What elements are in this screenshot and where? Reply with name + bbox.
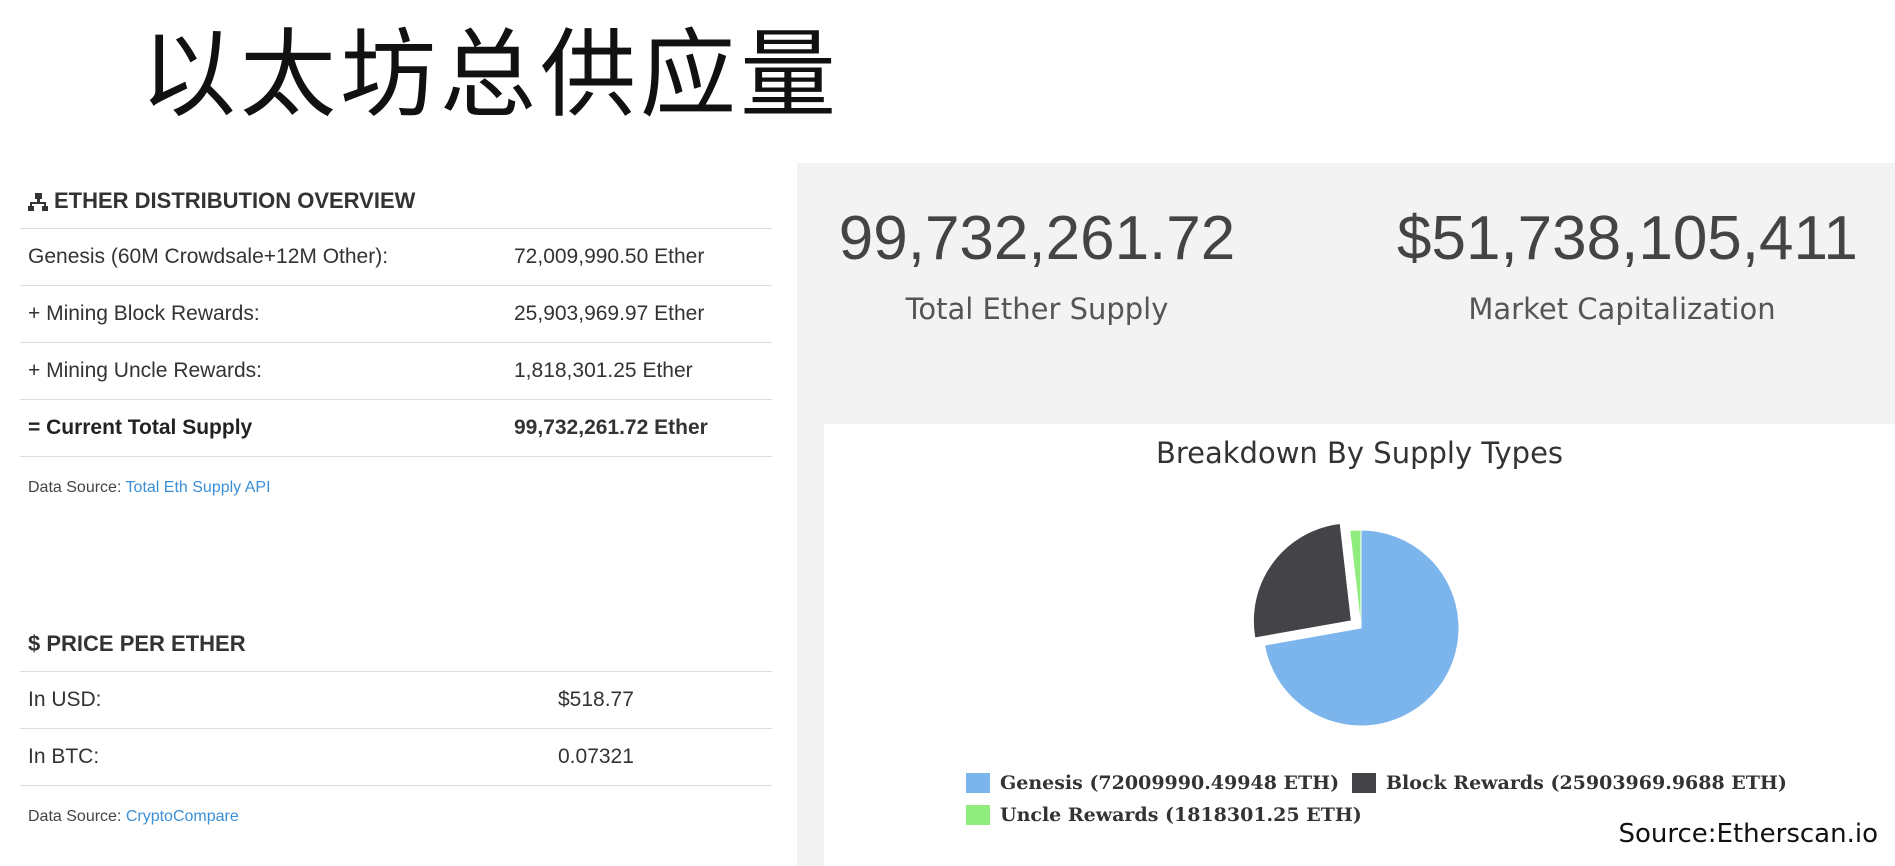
row-value: 99,732,261.72 Ether xyxy=(514,416,708,439)
legend-item-uncle-rewards[interactable]: Uncle Rewards (1818301.25 ETH) xyxy=(966,804,1362,826)
legend-item-genesis[interactable]: Genesis (72009990.49948 ETH) xyxy=(966,772,1339,794)
market-cap-stat: $51,738,105,411 Market Capitalization xyxy=(1397,203,1858,326)
total-row: = Current Total Supply 99,732,261.72 Eth… xyxy=(20,400,772,457)
row-label: + Mining Uncle Rewards: xyxy=(28,359,263,382)
distribution-heading-text: ETHER DISTRIBUTION OVERVIEW xyxy=(54,188,416,213)
row-label: = Current Total Supply xyxy=(28,416,253,439)
legend-label: Block Rewards (25903969.9688 ETH) xyxy=(1386,772,1787,794)
pie-slice-uncle-rewards[interactable] xyxy=(1349,529,1362,629)
legend-swatch xyxy=(966,773,990,793)
total-supply-value: 99,732,261.72 xyxy=(838,204,1236,273)
source-credit: Source:Etherscan.io xyxy=(1618,819,1879,849)
distribution-data-source: Data Source: Total Eth Supply API xyxy=(20,457,772,519)
legend-label: Uncle Rewards (1818301.25 ETH) xyxy=(1000,804,1362,826)
legend-item-block-rewards[interactable]: Block Rewards (25903969.9688 ETH) xyxy=(1352,772,1787,794)
slide-title: 以太坊总供应量 xyxy=(140,19,840,131)
total-supply-caption: Total Ether Supply xyxy=(905,292,1169,326)
sitemap-icon xyxy=(28,191,48,211)
row-label: Genesis (60M Crowdsale+12M Other): xyxy=(28,245,389,268)
table-row: + Mining Uncle Rewards: 1,818,301.25 Eth… xyxy=(20,343,772,400)
row-label: In BTC: xyxy=(28,745,100,768)
pie-chart xyxy=(1252,522,1460,727)
price-data-source: Data Source: CryptoCompare xyxy=(20,786,772,848)
data-source-prefix: Data Source: xyxy=(28,808,126,825)
row-label: In USD: xyxy=(28,688,102,711)
table-row: In BTC: 0.07321 xyxy=(20,729,772,786)
row-value: 72,009,990.50 Ether xyxy=(514,245,705,268)
market-cap-value: $51,738,105,411 xyxy=(1397,204,1858,273)
data-source-prefix: Data Source: xyxy=(28,479,126,496)
total-eth-supply-api-link[interactable]: Total Eth Supply API xyxy=(126,479,271,496)
cryptocompare-link[interactable]: CryptoCompare xyxy=(126,808,239,825)
market-cap-caption: Market Capitalization xyxy=(1468,292,1776,326)
row-label: + Mining Block Rewards: xyxy=(28,302,260,325)
price-heading: $ PRICE PER ETHER xyxy=(20,623,772,672)
left-column: ETHER DISTRIBUTION OVERVIEW Genesis (60M… xyxy=(20,180,772,848)
pie-slice-block-rewards[interactable] xyxy=(1252,522,1352,639)
table-row: In USD: $518.77 xyxy=(20,672,772,729)
row-value: $518.77 xyxy=(558,688,634,711)
total-supply-stat: 99,732,261.72 Total Ether Supply xyxy=(827,203,1247,326)
legend-swatch xyxy=(966,805,990,825)
table-row: Genesis (60M Crowdsale+12M Other): 72,00… xyxy=(20,229,772,286)
legend-label: Genesis (72009990.49948 ETH) xyxy=(1000,772,1340,794)
supply-chart: Breakdown By Supply Types Genesis (72009… xyxy=(824,424,1895,866)
distribution-heading: ETHER DISTRIBUTION OVERVIEW xyxy=(20,180,772,229)
row-value: 0.07321 xyxy=(558,745,634,768)
table-row: + Mining Block Rewards: 25,903,969.97 Et… xyxy=(20,286,772,343)
row-value: 1,818,301.25 Ether xyxy=(514,359,693,382)
row-value: 25,903,969.97 Ether xyxy=(514,302,705,325)
legend-swatch xyxy=(1352,773,1376,793)
